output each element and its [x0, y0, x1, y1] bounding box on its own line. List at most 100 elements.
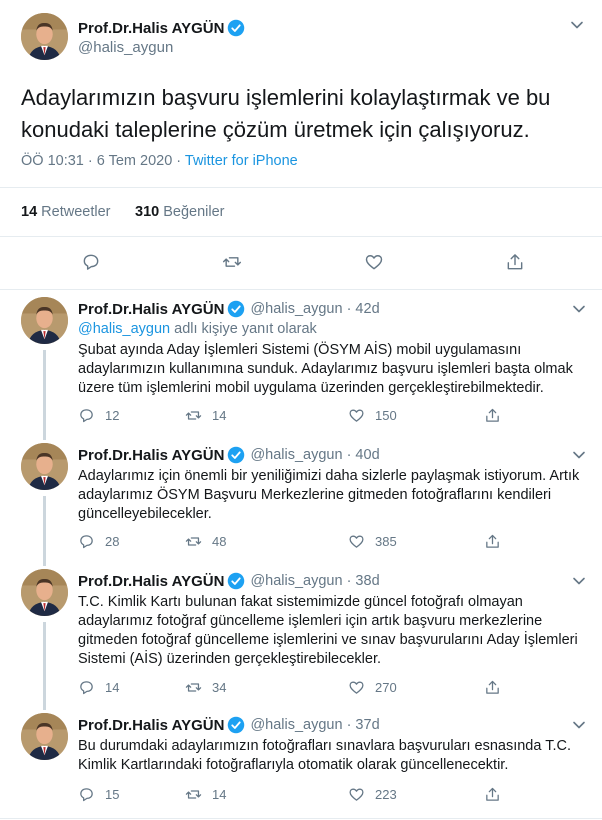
tweet-source-link[interactable]: Twitter for iPhone [185, 153, 298, 169]
profile-photo-icon [21, 569, 68, 616]
retweet-arrows-icon [185, 790, 202, 799]
retweets-count: 14 [21, 204, 38, 220]
like-button[interactable]: 385 [348, 533, 397, 550]
heart-icon [349, 788, 364, 801]
author-handle[interactable]: @halis_aygun · 38d [250, 573, 379, 589]
share-button[interactable] [484, 679, 511, 696]
mention-link[interactable]: @halis_aygun [78, 321, 170, 337]
reply-tweet[interactable]: Prof.Dr.Halis AYGÜN @halis_aygun · 42d @… [0, 290, 602, 436]
main-tweet: Prof.Dr.Halis AYGÜN @halis_aygun Adaylar… [0, 0, 602, 290]
author-handle[interactable]: @halis_aygun · 40d [250, 447, 379, 463]
reply-button[interactable]: 14 [78, 679, 119, 696]
reply-button[interactable]: 12 [78, 407, 119, 424]
avatar[interactable] [21, 713, 68, 760]
author-handle[interactable]: @halis_aygun · 37d [250, 717, 379, 733]
share-button[interactable] [505, 252, 525, 272]
avatar[interactable] [21, 297, 68, 344]
like-button[interactable] [364, 252, 384, 272]
verified-badge-icon [227, 716, 245, 734]
tweet-meta: ÖÖ 10:31 · 6 Tem 2020 · Twitter for iPho… [21, 153, 298, 169]
tweet-timestamp[interactable]: ÖÖ 10:31 · 6 Tem 2020 · [21, 153, 185, 169]
reply-tweet[interactable]: Prof.Dr.Halis AYGÜN @halis_aygun · 38d T… [0, 562, 602, 706]
retweets-stat[interactable]: 14 Retweetler [21, 204, 110, 220]
tweet-text: Adaylarımız için önemli bir yeniliğimizi… [78, 468, 580, 522]
share-upload-icon [507, 254, 523, 270]
like-count: 385 [375, 534, 397, 549]
retweet-button[interactable]: 34 [185, 679, 226, 696]
chevron-down-icon[interactable] [570, 18, 584, 32]
tweet-text: Bu durumdaki adaylarımızın fotoğrafları … [78, 738, 571, 773]
author-name[interactable]: Prof.Dr.Halis AYGÜN [78, 717, 224, 734]
tweet-stats: 14 Retweetler 310 Beğeniler [0, 187, 602, 237]
chevron-down-icon[interactable] [572, 718, 586, 732]
speech-bubble-icon [80, 535, 93, 549]
like-count: 223 [375, 787, 397, 802]
share-button[interactable] [484, 533, 511, 550]
author-handle[interactable]: @halis_aygun [78, 39, 173, 56]
author-name[interactable]: Prof.Dr.Halis AYGÜN [78, 573, 224, 590]
avatar[interactable] [21, 569, 68, 616]
share-upload-icon [486, 787, 499, 801]
share-button[interactable] [484, 407, 511, 424]
reply-count: 28 [105, 534, 120, 549]
retweet-arrows-icon [185, 537, 202, 546]
like-button[interactable]: 223 [348, 786, 397, 803]
reply-button[interactable]: 28 [78, 533, 119, 550]
retweet-arrows-icon [185, 411, 202, 420]
profile-photo-icon [21, 13, 68, 60]
like-button[interactable]: 270 [348, 679, 397, 696]
verified-badge-icon [227, 446, 245, 464]
heart-icon [349, 535, 364, 548]
avatar[interactable] [21, 13, 68, 60]
share-upload-icon [486, 534, 499, 548]
retweet-count: 34 [212, 680, 227, 695]
share-upload-icon [486, 680, 499, 694]
retweet-button[interactable]: 14 [185, 407, 226, 424]
retweet-count: 48 [212, 534, 227, 549]
main-action-bar [0, 240, 602, 284]
heart-icon [365, 255, 383, 270]
avatar[interactable] [21, 443, 68, 490]
retweet-button[interactable]: 14 [185, 786, 226, 803]
chevron-down-icon[interactable] [572, 302, 586, 316]
heart-icon [349, 681, 364, 694]
retweet-button[interactable]: 48 [185, 533, 226, 550]
author-name[interactable]: Prof.Dr.Halis AYGÜN [78, 447, 224, 464]
chevron-down-icon[interactable] [572, 448, 586, 462]
reply-content: @halis_aygun adlı kişiye yanıt olarak Şu… [78, 320, 588, 398]
reply-tweet[interactable]: Prof.Dr.Halis AYGÜN @halis_aygun · 40d A… [0, 436, 602, 562]
reply-button[interactable] [81, 252, 101, 272]
chevron-down-icon[interactable] [572, 574, 586, 588]
author-name[interactable]: Prof.Dr.Halis AYGÜN [78, 301, 224, 318]
author-handle[interactable]: @halis_aygun · 42d [250, 301, 379, 317]
replying-to-label: adlı kişiye yanıt olarak [170, 321, 317, 337]
heart-icon [349, 409, 364, 422]
reply-count: 12 [105, 408, 120, 423]
likes-stat[interactable]: 310 Beğeniler [135, 204, 225, 220]
tweet-text: Şubat ayında Aday İşlemleri Sistemi (ÖSY… [78, 342, 573, 396]
retweet-button[interactable] [222, 252, 242, 272]
like-button[interactable]: 150 [348, 407, 397, 424]
speech-bubble-icon [80, 788, 93, 802]
tweet-text: T.C. Kimlik Kartı bulunan fakat sistemim… [78, 594, 578, 667]
retweets-label: Retweetler [37, 204, 111, 220]
speech-bubble-icon [80, 681, 93, 695]
share-upload-icon [486, 408, 499, 422]
share-button[interactable] [484, 786, 511, 803]
profile-photo-icon [21, 297, 68, 344]
like-count: 270 [375, 680, 397, 695]
divider [0, 818, 602, 819]
profile-photo-icon [21, 713, 68, 760]
profile-photo-icon [21, 443, 68, 490]
speech-bubble-icon [83, 254, 99, 270]
verified-badge-icon [227, 572, 245, 590]
likes-count: 310 [135, 204, 160, 220]
verified-badge-icon [227, 19, 245, 37]
retweet-arrows-icon [222, 257, 242, 267]
reply-button[interactable]: 15 [78, 786, 119, 803]
likes-label: Beğeniler [159, 204, 225, 220]
like-count: 150 [375, 408, 397, 423]
author-name[interactable]: Prof.Dr.Halis AYGÜN [78, 20, 224, 37]
reply-tweet[interactable]: Prof.Dr.Halis AYGÜN @halis_aygun · 37d B… [0, 706, 602, 820]
reply-action-bar: 28 48 385 [78, 533, 518, 553]
